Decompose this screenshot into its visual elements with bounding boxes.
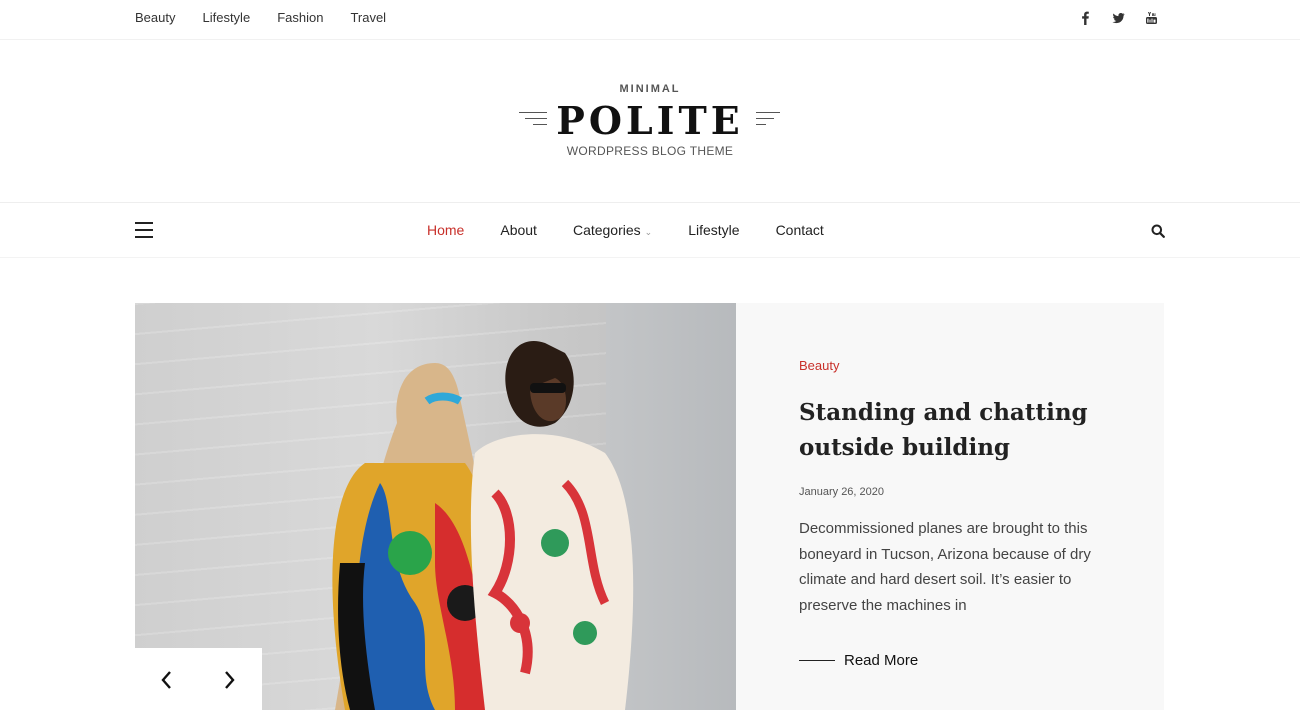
site-logo[interactable]: MINIMAL POLITE WORDPRESS BLOG THEME — [0, 40, 1300, 202]
slide-category[interactable]: Beauty — [799, 358, 839, 373]
chevron-down-icon: ⌄ — [644, 227, 653, 237]
chevron-right-icon[interactable] — [221, 670, 237, 690]
read-more-line — [799, 660, 835, 661]
hamburger-menu-icon[interactable] — [135, 222, 153, 238]
twitter-icon[interactable] — [1112, 10, 1125, 26]
top-bar: Beauty Lifestyle Fashion Travel — [0, 0, 1300, 40]
menu-item-home[interactable]: Home — [427, 222, 464, 240]
youtube-icon[interactable] — [1145, 10, 1158, 26]
logo-name: POLITE — [556, 98, 744, 143]
read-more-link[interactable]: Read More — [799, 652, 918, 669]
top-nav-beauty[interactable]: Beauty — [135, 11, 175, 25]
slider-controls — [135, 648, 262, 710]
slide-excerpt: Decommissioned planes are brought to thi… — [799, 520, 1091, 614]
menu-item-lifestyle[interactable]: Lifestyle — [688, 222, 739, 240]
facebook-icon[interactable] — [1079, 10, 1092, 26]
top-nav-lifestyle[interactable]: Lifestyle — [202, 11, 250, 25]
slide-date: January 26, 2020 — [799, 486, 885, 498]
social-links — [1079, 10, 1158, 26]
logo-lines-right — [756, 112, 786, 130]
read-more-label: Read More — [844, 652, 919, 669]
main-navigation: Home About Categories ⌄ Lifestyle Contact — [0, 202, 1300, 258]
slide-title[interactable]: Standing and chatting outside building — [799, 395, 1129, 465]
menu-item-categories-label: Categories — [572, 222, 641, 238]
top-nav-travel[interactable]: Travel — [350, 11, 386, 25]
top-nav: Beauty Lifestyle Fashion Travel — [135, 11, 413, 25]
logo-tagline-bottom: WORDPRESS BLOG THEME — [566, 144, 734, 158]
primary-menu: Home About Categories ⌄ Lifestyle Contact — [427, 222, 860, 240]
search-icon[interactable] — [1151, 224, 1165, 238]
chevron-left-icon[interactable] — [159, 670, 175, 690]
menu-item-about[interactable]: About — [500, 222, 537, 240]
top-nav-fashion[interactable]: Fashion — [277, 11, 323, 25]
featured-slider: Beauty Standing and chatting outside bui… — [135, 303, 1164, 710]
menu-item-contact[interactable]: Contact — [776, 222, 824, 240]
logo-tagline-top: MINIMAL — [619, 83, 681, 95]
menu-item-categories[interactable]: Categories ⌄ — [573, 222, 652, 240]
